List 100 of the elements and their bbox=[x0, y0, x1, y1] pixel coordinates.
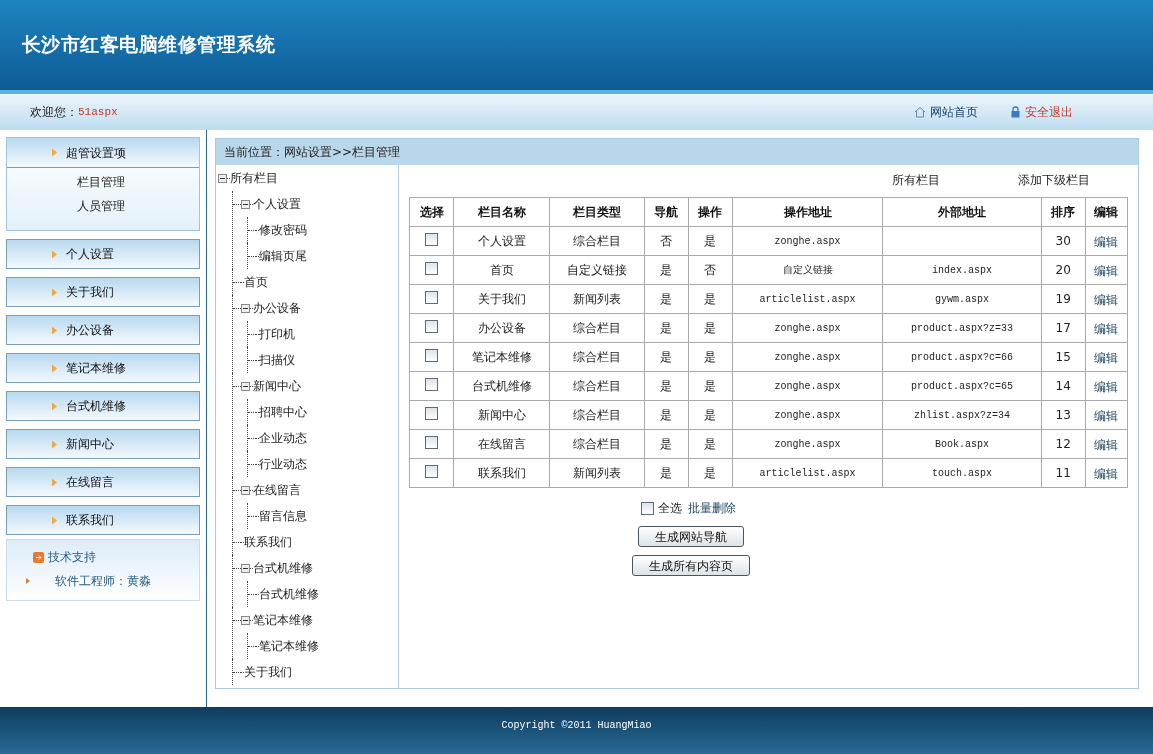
table-cell: 是 bbox=[644, 371, 689, 401]
table-cell: 13 bbox=[1041, 400, 1086, 430]
tree-item[interactable]: 企业动态 bbox=[259, 429, 307, 447]
sidebar-menu-header[interactable]: 在线留言 bbox=[6, 467, 200, 497]
table-cell: 是 bbox=[688, 458, 733, 488]
home-link[interactable]: 网站首页 bbox=[914, 103, 978, 121]
table-cell: 联系我们 bbox=[453, 458, 550, 488]
table-cell: 综合栏目 bbox=[549, 371, 645, 401]
arrow-icon bbox=[51, 477, 58, 487]
tree-item[interactable]: 台式机维修 bbox=[259, 585, 319, 603]
tree-item[interactable]: 笔记本维修 bbox=[259, 637, 319, 655]
column-header: 排序 bbox=[1041, 197, 1086, 227]
column-header: 操作 bbox=[688, 197, 733, 227]
tree-item[interactable]: 留言信息 bbox=[259, 507, 307, 525]
collapse-icon[interactable] bbox=[241, 485, 250, 495]
table-cell: 笔记本维修 bbox=[453, 342, 550, 372]
table-cell: 是 bbox=[644, 284, 689, 314]
checkbox[interactable] bbox=[425, 291, 439, 304]
table-cell: product.aspx?c=65 bbox=[882, 371, 1042, 401]
support-title: 技术支持 bbox=[48, 549, 96, 566]
table-cell: zonghe.aspx bbox=[732, 371, 883, 401]
table-cell: 30 bbox=[1041, 226, 1086, 256]
sidebar-menu-header[interactable]: 办公设备 bbox=[6, 315, 200, 345]
sidebar-menu-header[interactable]: 新闻中心 bbox=[6, 429, 200, 459]
arrow-icon bbox=[51, 401, 58, 411]
action-link[interactable]: 所有栏目 bbox=[892, 171, 940, 189]
checkbox[interactable] bbox=[641, 501, 654, 515]
table-cell: 办公设备 bbox=[453, 313, 550, 343]
tree-item[interactable]: 首页 bbox=[244, 273, 268, 291]
tree-item[interactable]: 在线留言 bbox=[253, 481, 301, 499]
tree-item[interactable]: 联系我们 bbox=[244, 533, 292, 551]
arrow-right-icon bbox=[33, 551, 44, 563]
tree-item[interactable]: 台式机维修 bbox=[253, 559, 313, 577]
sidebar-item[interactable]: 栏目管理 bbox=[7, 170, 199, 194]
checkbox[interactable] bbox=[425, 320, 439, 333]
tree-item[interactable]: 个人设置 bbox=[253, 195, 301, 213]
table-cell: 是 bbox=[688, 342, 733, 372]
tree-item[interactable]: 行业动态 bbox=[259, 455, 307, 473]
generate-button[interactable]: 生成网站导航 bbox=[638, 526, 744, 547]
arrow-icon bbox=[51, 249, 58, 259]
tree-item[interactable]: 关于我们 bbox=[244, 663, 292, 681]
table-cell: 综合栏目 bbox=[549, 400, 645, 430]
sidebar-menu-header[interactable]: 超管设置项 bbox=[7, 138, 199, 168]
table-cell: 11 bbox=[1041, 458, 1086, 488]
arrow-icon bbox=[51, 148, 58, 157]
tree-item[interactable]: 打印机 bbox=[259, 325, 295, 343]
sidebar-menu-header[interactable]: 个人设置 bbox=[6, 239, 200, 269]
action-link[interactable]: 添加下级栏目 bbox=[1018, 171, 1090, 189]
table-cell: 新闻列表 bbox=[549, 284, 645, 314]
checkbox[interactable] bbox=[425, 349, 439, 362]
sidebar-menu-header[interactable]: 台式机维修 bbox=[6, 391, 200, 421]
checkbox[interactable] bbox=[425, 436, 439, 449]
table-cell: 自定义链接 bbox=[732, 255, 883, 285]
collapse-icon[interactable] bbox=[241, 303, 250, 313]
sidebar-menu-header[interactable]: 联系我们 bbox=[6, 505, 200, 535]
tree-item[interactable]: 修改密码 bbox=[259, 221, 307, 239]
collapse-icon[interactable] bbox=[241, 199, 250, 209]
column-header: 操作地址 bbox=[732, 197, 883, 227]
table-cell: 综合栏目 bbox=[549, 429, 645, 459]
table-cell: 20 bbox=[1041, 255, 1086, 285]
tree-item[interactable]: 编辑页尾 bbox=[259, 247, 307, 265]
checkbox[interactable] bbox=[425, 262, 439, 275]
table-cell: Book.aspx bbox=[882, 429, 1042, 459]
tree-item[interactable]: 办公设备 bbox=[253, 299, 301, 317]
tree-item[interactable]: 所有栏目 bbox=[230, 169, 278, 187]
checkbox[interactable] bbox=[425, 465, 439, 478]
column-header: 栏目类型 bbox=[549, 197, 645, 227]
table-cell: 是 bbox=[688, 400, 733, 430]
column-header: 栏目名称 bbox=[453, 197, 550, 227]
table-cell: 是 bbox=[688, 429, 733, 459]
table-cell: 首页 bbox=[453, 255, 550, 285]
collapse-icon[interactable] bbox=[218, 173, 227, 183]
table-cell: 是 bbox=[688, 313, 733, 343]
table-cell: 是 bbox=[644, 342, 689, 372]
checkbox[interactable] bbox=[425, 378, 439, 391]
collapse-icon[interactable] bbox=[241, 563, 250, 573]
table-cell: articlelist.aspx bbox=[732, 458, 883, 488]
sidebar-menu-header[interactable]: 关于我们 bbox=[6, 277, 200, 307]
table-cell: 个人设置 bbox=[453, 226, 550, 256]
column-header: 导航 bbox=[644, 197, 689, 227]
collapse-icon[interactable] bbox=[241, 381, 250, 391]
checkbox[interactable] bbox=[425, 233, 439, 246]
table-cell: 是 bbox=[688, 371, 733, 401]
tree-item[interactable]: 笔记本维修 bbox=[253, 611, 313, 629]
generate-button[interactable]: 生成所有内容页 bbox=[632, 555, 750, 576]
sidebar-menu-header[interactable]: 笔记本维修 bbox=[6, 353, 200, 383]
table-cell: 综合栏目 bbox=[549, 313, 645, 343]
column-header: 选择 bbox=[409, 197, 454, 227]
table-cell: touch.aspx bbox=[882, 458, 1042, 488]
tree-item[interactable]: 招聘中心 bbox=[259, 403, 307, 421]
sidebar-item[interactable]: 人员管理 bbox=[7, 194, 199, 218]
checkbox[interactable] bbox=[425, 407, 439, 420]
collapse-icon[interactable] bbox=[241, 615, 250, 625]
batch-delete-link[interactable]: 批量删除 bbox=[688, 499, 736, 517]
logout-link[interactable]: 安全退出 bbox=[1010, 103, 1073, 121]
tree-item[interactable]: 扫描仪 bbox=[259, 351, 295, 369]
tree-item[interactable]: 新闻中心 bbox=[253, 377, 301, 395]
table-cell: 12 bbox=[1041, 429, 1086, 459]
column-header: 外部地址 bbox=[882, 197, 1042, 227]
table-cell: zonghe.aspx bbox=[732, 226, 883, 256]
